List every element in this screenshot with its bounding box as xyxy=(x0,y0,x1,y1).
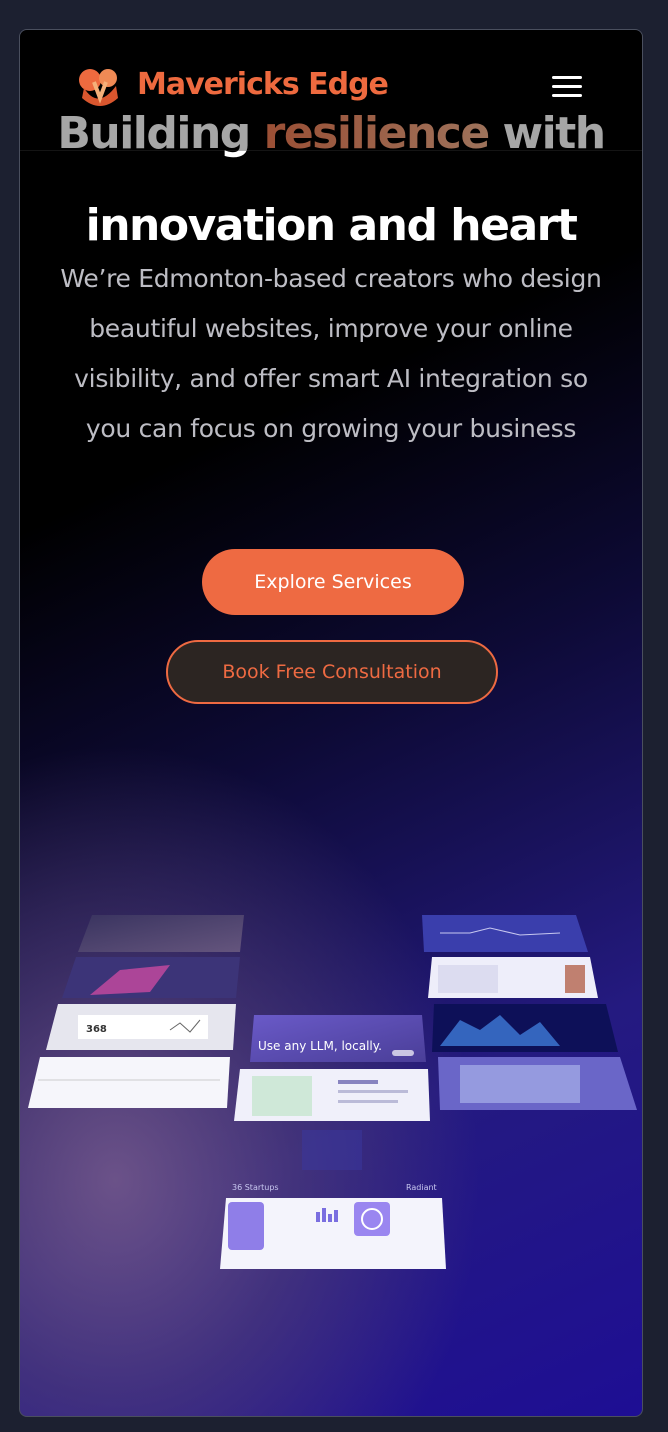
menu-line xyxy=(552,76,582,79)
showcase-card-dashboard xyxy=(428,957,598,998)
showcase-card-flow xyxy=(422,915,588,952)
navbar: Mavericks Edge xyxy=(20,30,642,151)
menu-line xyxy=(552,85,582,88)
brand-name[interactable]: Mavericks Edge xyxy=(137,67,389,102)
book-free-consultation-button[interactable]: Book Free Consultation xyxy=(166,640,498,704)
showcase-card-laptop xyxy=(438,1057,637,1110)
explore-services-button[interactable]: Explore Services xyxy=(202,549,464,615)
menu-line xyxy=(552,94,582,97)
showcase-card-hero-photo xyxy=(78,915,244,952)
showcase-card-product xyxy=(234,1069,430,1121)
showcase-card-sneaker xyxy=(62,957,240,998)
showcase-card-stats xyxy=(46,1004,236,1050)
showcase-card-app-dashboard xyxy=(220,1198,446,1269)
showcase-card-table xyxy=(28,1057,230,1108)
showcase-stat-value: 368 xyxy=(86,1024,107,1035)
mavericks-edge-logo-mark-icon[interactable] xyxy=(78,68,124,106)
hamburger-menu-icon[interactable] xyxy=(552,76,582,100)
showcase-caption-left: 36 Startups xyxy=(232,1183,279,1192)
showcase-llm-text: Use any LLM, locally. xyxy=(258,1039,382,1053)
showcase-card-analytics xyxy=(432,1004,618,1052)
device-frame: 368 Use any LLM, locally. 36 Startups Ra… xyxy=(19,29,643,1417)
showcase-card-llm xyxy=(250,1015,426,1062)
showcase-caption-right: Radiant xyxy=(406,1183,437,1192)
hero-subtitle: We’re Edmonton-based creators who design… xyxy=(60,264,602,443)
